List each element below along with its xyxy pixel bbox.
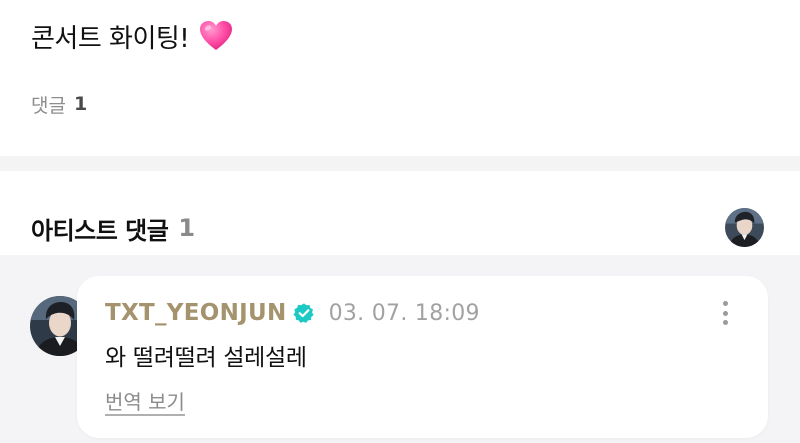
pink-heart-icon — [199, 20, 233, 52]
comment-timestamp: 03. 07. 18:09 — [328, 300, 480, 326]
artist-comments-header: 아티스트 댓글 1 — [31, 210, 195, 246]
artist-comments-count: 1 — [178, 214, 196, 242]
post-text: 콘서트 화이팅! — [31, 23, 190, 54]
artist-comments-title: 아티스트 댓글 — [31, 216, 169, 245]
comment-count-value: 1 — [73, 93, 88, 115]
comment-meta: TXT_YEONJUN 03. 07. 18:09 — [105, 298, 480, 328]
comment-author-name[interactable]: TXT_YEONJUN — [105, 300, 287, 326]
comment-text: 와 떨려떨려 설레설레 — [105, 345, 307, 371]
artist-avatar[interactable] — [725, 208, 764, 247]
comment-card: TXT_YEONJUN 03. 07. 18:09 와 떨려떨려 설레설레 번역… — [77, 276, 768, 438]
translate-link[interactable]: 번역 보기 — [105, 386, 185, 415]
post-body: 콘서트 화이팅! — [31, 14, 233, 58]
comment-count[interactable]: 댓글 1 — [31, 90, 87, 118]
comment-count-label: 댓글 — [31, 94, 66, 117]
verified-badge-icon — [293, 302, 315, 324]
section-divider — [0, 156, 800, 171]
more-vertical-icon[interactable] — [713, 300, 737, 326]
